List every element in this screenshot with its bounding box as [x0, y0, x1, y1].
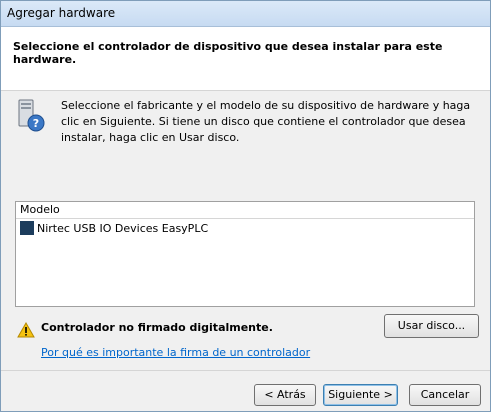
window-title: Agregar hardware — [7, 6, 116, 20]
model-list[interactable]: Modelo Nirtec USB IO Devices EasyPLC — [15, 201, 475, 307]
list-item[interactable]: Nirtec USB IO Devices EasyPLC — [20, 219, 320, 237]
model-column-label: Modelo — [20, 203, 60, 216]
back-button[interactable]: < Atrás — [254, 384, 316, 406]
info-section: ? Seleccione el fabricante y el modelo d… — [13, 98, 483, 158]
svg-text:?: ? — [33, 117, 39, 130]
footer-divider — [1, 370, 490, 371]
model-item-label: Nirtec USB IO Devices EasyPLC — [37, 221, 209, 235]
warning-icon — [17, 321, 35, 338]
usar-disco-button[interactable]: Usar disco... — [384, 314, 479, 338]
cancel-button[interactable]: Cancelar — [409, 384, 481, 406]
device-icon — [20, 221, 34, 235]
add-hardware-dialog: Agregar hardware Seleccione el controlad… — [0, 0, 491, 412]
hardware-help-icon: ? — [13, 98, 47, 134]
warning-text: Controlador no firmado digitalmente. — [41, 321, 273, 334]
header-text: Seleccione el controlador de dispositivo… — [13, 40, 443, 66]
title-bar: Agregar hardware — [1, 1, 490, 27]
info-text: Seleccione el fabricante y el modelo de … — [61, 99, 471, 144]
header-panel: Seleccione el controlador de dispositivo… — [1, 27, 490, 91]
model-list-header[interactable]: Modelo — [16, 202, 474, 219]
signature-info-link[interactable]: Por qué es importante la firma de un con… — [41, 346, 310, 359]
next-button[interactable]: Siguiente > — [323, 384, 398, 406]
